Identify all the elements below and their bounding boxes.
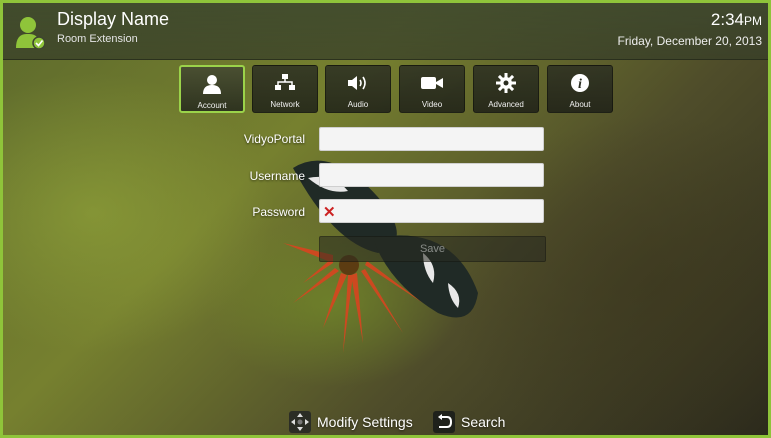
tab-label: Advanced: [488, 100, 524, 109]
vidyoportal-input[interactable]: [319, 127, 544, 151]
tab-about[interactable]: i About: [547, 65, 613, 113]
gear-icon: [496, 73, 516, 93]
settings-screen: Display Name Room Extension 2:34PM Frida…: [0, 0, 771, 438]
password-input[interactable]: [319, 199, 544, 223]
clock-ampm: PM: [744, 14, 762, 28]
user-avatar-icon: [16, 17, 45, 49]
account-icon: [203, 75, 221, 94]
modify-settings-hint[interactable]: Modify Settings: [289, 411, 413, 433]
invalid-x-icon: ✕: [323, 204, 336, 221]
clock: 2:34PM: [711, 10, 762, 30]
username-label: Username: [249, 169, 305, 183]
footer-hints: Modify Settings Search: [3, 411, 768, 435]
room-extension: Room Extension: [57, 33, 138, 45]
tab-label: About: [569, 100, 591, 109]
display-name: Display Name: [57, 9, 170, 29]
modify-settings-label: Modify Settings: [317, 414, 413, 430]
video-icon: [421, 77, 443, 89]
save-button[interactable]: Save: [319, 236, 546, 262]
search-hint[interactable]: Search: [433, 411, 505, 433]
password-label: Password: [252, 205, 305, 219]
username-input[interactable]: [319, 163, 544, 187]
tab-advanced[interactable]: Advanced: [473, 65, 539, 113]
tab-video[interactable]: Video: [399, 65, 465, 113]
tab-label: Audio: [347, 100, 369, 109]
dpad-icon: [289, 411, 311, 433]
tab-label: Network: [270, 100, 300, 109]
vidyoportal-label: VidyoPortal: [243, 132, 305, 146]
tab-network[interactable]: Network: [252, 65, 318, 113]
tab-label: Video: [421, 100, 443, 109]
tab-audio[interactable]: Audio: [325, 65, 391, 113]
tab-account[interactable]: Account: [179, 65, 245, 113]
audio-icon: [348, 76, 366, 90]
network-icon: [275, 74, 295, 90]
clock-time: 2:34: [710, 10, 744, 29]
info-icon: i: [571, 74, 589, 92]
tab-label: Account: [197, 101, 227, 110]
search-label: Search: [461, 414, 506, 430]
back-arrow-icon: [433, 411, 455, 433]
header-bar: Display Name Room Extension 2:34PM Frida…: [3, 3, 768, 60]
date: Friday, December 20, 2013: [617, 34, 762, 48]
svg-text:i: i: [578, 77, 582, 92]
